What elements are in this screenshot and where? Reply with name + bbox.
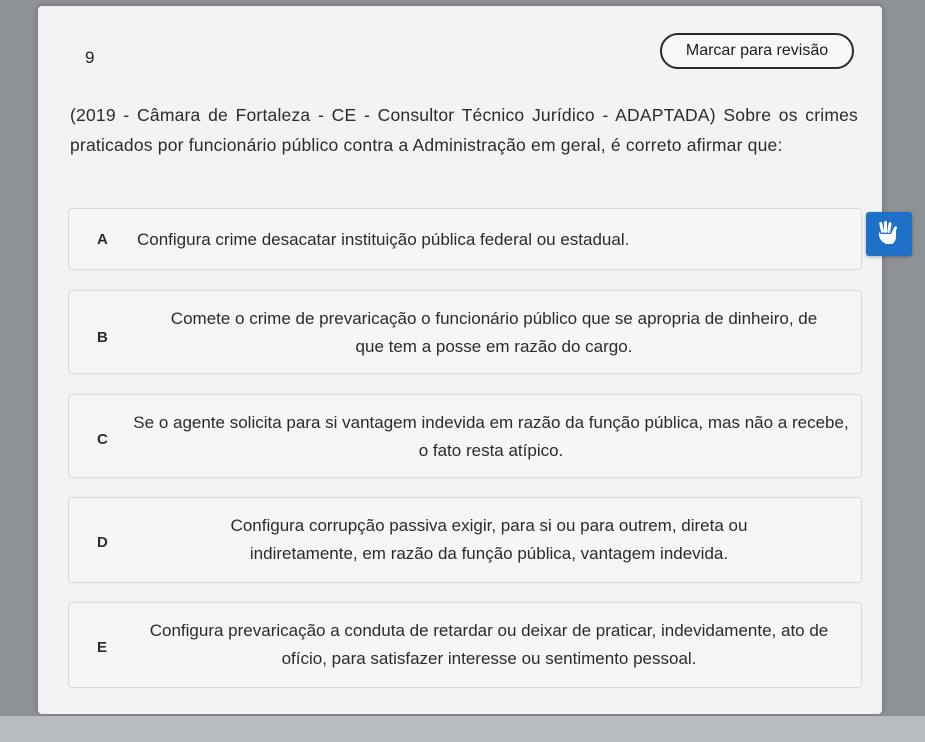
option-letter: C <box>97 431 108 448</box>
sign-language-hands-icon <box>878 221 898 244</box>
option-text: Configura prevaricação a conduta de reta… <box>149 621 829 668</box>
option-text: Se o agente solicita para si vantagem in… <box>133 413 849 460</box>
question-number: 9 <box>85 48 95 67</box>
option-letter: D <box>97 534 108 551</box>
option-text: Configura crime desacatar instituição pú… <box>137 230 630 249</box>
option-text: Comete o crime de prevaricação o funcion… <box>170 309 818 356</box>
option-text: Configura corrupção passiva exigir, para… <box>230 516 748 563</box>
option-letter: B <box>97 329 108 346</box>
option-b[interactable]: B Comete o crime de prevaricação o funci… <box>68 290 862 374</box>
bottom-bar <box>0 716 925 742</box>
option-e[interactable]: E Configura prevaricação a conduta de re… <box>68 602 862 688</box>
mark-for-review-label: Marcar para revisão <box>685 42 829 59</box>
question-statement: (2019 - Câmara de Fortaleza - CE - Consu… <box>70 105 858 155</box>
accessibility-sign-language-button[interactable] <box>866 212 912 256</box>
option-c[interactable]: C Se o agente solicita para si vantagem … <box>68 394 862 478</box>
option-d[interactable]: D Configura corrupção passiva exigir, pa… <box>68 497 862 583</box>
mark-for-review-button[interactable]: Marcar para revisão <box>660 33 854 69</box>
option-letter: E <box>97 639 108 656</box>
option-a[interactable]: A Configura crime desacatar instituição … <box>68 208 862 270</box>
option-letter: A <box>97 231 108 248</box>
